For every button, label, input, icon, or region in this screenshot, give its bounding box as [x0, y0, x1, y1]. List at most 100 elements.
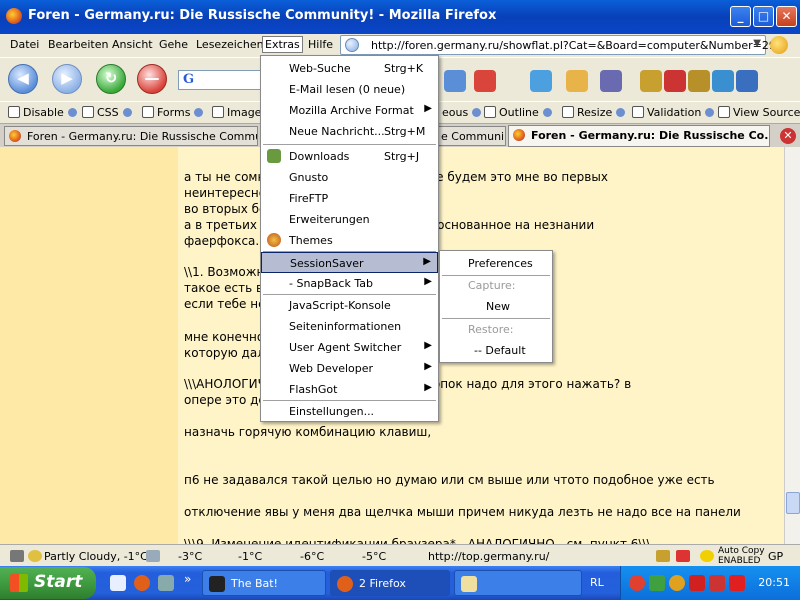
dev-miscellaneous[interactable]: eous [442, 106, 482, 119]
vertical-scrollbar[interactable] [784, 147, 800, 544]
quicklaunch-icon[interactable] [158, 575, 174, 591]
show-desktop-icon[interactable] [110, 575, 126, 591]
menu-extras[interactable]: Extras [262, 36, 303, 53]
bookmark-icon-1[interactable] [640, 70, 662, 92]
dev-validation[interactable]: Validation [632, 106, 715, 119]
menu-item-einstellungen[interactable]: Einstellungen... [261, 401, 438, 422]
tab-2[interactable]: e Communi... [436, 126, 506, 146]
music-icon[interactable] [656, 550, 670, 562]
menu-item-web-developer[interactable]: Web Developer ▶ [261, 358, 438, 379]
autocopy-status[interactable]: Auto Copy ENABLED [718, 546, 765, 566]
bookmark-icon-2[interactable] [688, 70, 710, 92]
language-indicator[interactable]: RL [590, 576, 604, 589]
scrollbar-thumb[interactable] [786, 492, 800, 514]
window-title: Foren - Germany.ru: Die Russische Commun… [28, 8, 497, 23]
menu-gehe[interactable]: Gehe [157, 37, 190, 52]
smiley-icon[interactable] [700, 550, 714, 562]
menu-item-themes[interactable]: Themes [261, 230, 438, 251]
task-blurred[interactable] [454, 570, 582, 596]
dev-forms[interactable]: Forms [142, 106, 204, 119]
submenu-arrow-icon: ▶ [424, 361, 432, 372]
menu-hilfe[interactable]: Hilfe [306, 37, 335, 52]
menu-lesezeichen[interactable]: Lesezeichen [194, 37, 266, 52]
menu-ansicht[interactable]: Ansicht [110, 37, 155, 52]
url-go-icon[interactable] [770, 36, 788, 54]
reload-button[interactable]: ↻ [96, 64, 126, 94]
forward-button[interactable]: ▶ [52, 64, 82, 94]
task-firefox[interactable]: 2 Firefox [330, 570, 450, 596]
tab-favicon [9, 130, 21, 142]
menu-bearbeiten[interactable]: Bearbeiten [46, 37, 110, 52]
tray-gmail-icon[interactable] [709, 575, 725, 591]
home-icon[interactable] [444, 70, 466, 92]
submenu-arrow-icon: ▶ [424, 382, 432, 393]
images-icon [212, 106, 224, 118]
temp-2: -1°C [238, 550, 263, 563]
firefox-quicklaunch-icon[interactable] [134, 575, 150, 591]
menu-item-downloads[interactable]: Downloads Strg+J [261, 146, 438, 167]
submenu-item-default[interactable]: -- Default [440, 340, 552, 361]
resize-icon [562, 106, 574, 118]
css-icon [82, 106, 94, 118]
thumbs-up-icon[interactable] [566, 70, 588, 92]
stop-button[interactable]: — [137, 64, 167, 94]
temp-3: -6°C [300, 550, 325, 563]
tab-1[interactable]: Foren - Germany.ru: Die Russische Commun… [4, 126, 258, 146]
menu-item-mozilla-archive[interactable]: Mozilla Archive Format ▶ [261, 100, 438, 121]
url-dropdown-icon[interactable]: ▼ [753, 38, 761, 49]
menu-item-flashgot[interactable]: FlashGot ▶ [261, 379, 438, 400]
quicklaunch-more-icon[interactable]: » [184, 572, 191, 586]
submenu-item-new[interactable]: New [440, 296, 552, 317]
menu-item-erweiterungen[interactable]: Erweiterungen [261, 209, 438, 230]
post-line: п6 не задавался такой целью но думаю или… [184, 473, 715, 487]
mail-icon[interactable] [474, 70, 496, 92]
menu-item-seiteninformationen[interactable]: Seiteninformationen [261, 316, 438, 337]
dev-images[interactable]: Images [212, 106, 267, 119]
status-resize-icon [10, 550, 24, 562]
puzzle-icon[interactable] [530, 70, 552, 92]
tray-icon-1[interactable] [629, 575, 645, 591]
tray-icon-3[interactable] [669, 575, 685, 591]
translate-icon[interactable] [712, 70, 734, 92]
status-bar: Partly Cloudy, -1°C -3°C -1°C -6°C -5°C … [0, 544, 800, 566]
menu-item-web-suche[interactable]: Web-Suche Strg+K [261, 58, 438, 79]
minimize-button[interactable]: _ [730, 6, 751, 27]
submenu-item-preferences[interactable]: Preferences [440, 253, 552, 274]
back-button[interactable]: ◀ [8, 64, 38, 94]
dev-outline[interactable]: Outline [484, 106, 552, 119]
yahoo-icon[interactable] [664, 70, 686, 92]
dev-resize[interactable]: Resize [562, 106, 626, 119]
tool-icon[interactable] [736, 70, 758, 92]
menu-item-sessionsaver[interactable]: SessionSaver ▶ [261, 252, 438, 273]
search-input[interactable]: G [178, 70, 268, 90]
menu-item-email-lesen[interactable]: E-Mail lesen (0 neue) [261, 79, 438, 100]
tray-m-icon[interactable] [729, 575, 745, 591]
task-the-bat[interactable]: The Bat! [202, 570, 326, 596]
menu-item-neue-nachricht[interactable]: Neue Nachricht... Strg+M [261, 121, 438, 142]
close-button[interactable]: ✕ [776, 6, 797, 27]
dev-view-source[interactable]: View Source [718, 106, 800, 119]
menu-item-gnusto[interactable]: Gnusto [261, 167, 438, 188]
menu-item-snapback-tab[interactable]: - SnapBack Tab ▶ [261, 273, 438, 294]
url-bar[interactable]: http://foren.germany.ru/showflat.pl?Cat=… [340, 35, 783, 55]
signature-icon[interactable] [600, 70, 622, 92]
menu-item-fireftp[interactable]: FireFTP [261, 188, 438, 209]
weather-icon [28, 550, 42, 562]
globe-icon [345, 38, 359, 52]
gmail-icon[interactable] [676, 550, 690, 562]
url-text[interactable]: http://foren.germany.ru/showflat.pl?Cat=… [371, 39, 783, 52]
gp-label: GP [768, 550, 784, 563]
tab-3-active[interactable]: Foren - Germany.ru: Die Russische Co... [508, 125, 770, 147]
start-button[interactable]: Start [0, 567, 96, 599]
menu-item-javascript-konsole[interactable]: JavaScript-Konsole [261, 295, 438, 316]
dev-css[interactable]: CSS [82, 106, 132, 119]
dev-disable[interactable]: Disable [8, 106, 77, 119]
maximize-button[interactable]: □ [753, 6, 774, 27]
tray-icon-2[interactable] [649, 575, 665, 591]
close-tab-button[interactable]: ✕ [780, 128, 796, 144]
weather-text[interactable]: Partly Cloudy, -1°C [44, 550, 148, 563]
menu-datei[interactable]: Datei [8, 37, 41, 52]
tray-icon-4[interactable] [689, 575, 705, 591]
menu-item-user-agent-switcher[interactable]: User Agent Switcher ▶ [261, 337, 438, 358]
temp-4: -5°C [362, 550, 387, 563]
